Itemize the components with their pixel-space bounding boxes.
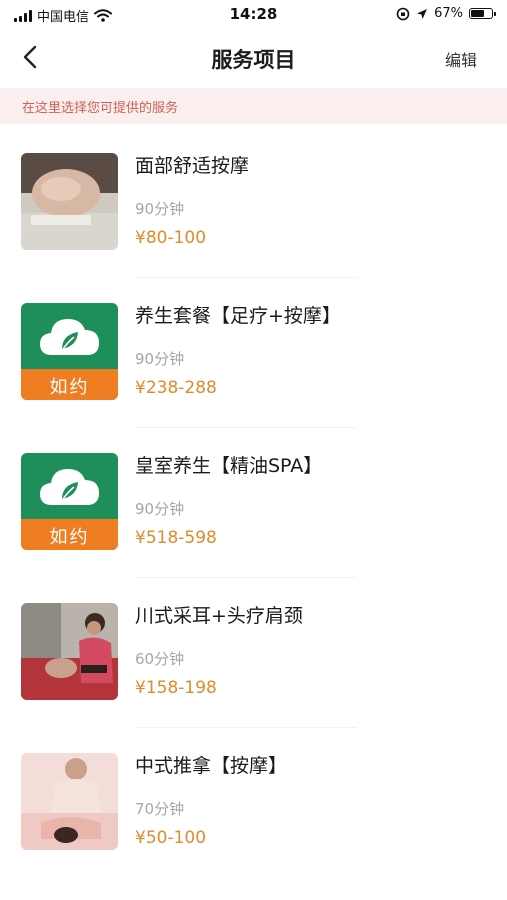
- service-duration: 90分钟: [135, 350, 185, 368]
- service-price: ¥50-100: [135, 828, 207, 848]
- divider: [135, 577, 357, 578]
- service-price: ¥238-288: [135, 378, 217, 398]
- divider: [135, 277, 357, 278]
- service-name: 面部舒适按摩: [135, 155, 250, 177]
- service-price: ¥158-198: [135, 678, 217, 698]
- divider: [135, 427, 357, 428]
- service-thumbnail: 如约: [21, 303, 118, 400]
- service-item-health-package[interactable]: 如约 养生套餐【足疗+按摩】 90分钟 ¥238-288: [0, 290, 507, 440]
- status-right: 67%: [396, 6, 496, 21]
- facial-massage-photo: [21, 153, 118, 250]
- hint-banner: 在这里选择您可提供的服务: [0, 88, 507, 124]
- service-item-tuina[interactable]: 中式推拿【按摩】 70分钟 ¥50-100: [0, 740, 507, 890]
- service-duration: 90分钟: [135, 200, 185, 218]
- service-price: ¥518-598: [135, 528, 217, 548]
- cloud-leaf-icon: [40, 469, 99, 505]
- page-title: 服务项目: [211, 48, 296, 72]
- orientation-lock-icon: [396, 7, 410, 20]
- logo-band: 如约: [21, 519, 118, 550]
- hint-text: 在这里选择您可提供的服务: [22, 101, 179, 116]
- ruyue-logo: 如约: [21, 303, 118, 400]
- service-thumbnail: 如约: [21, 453, 118, 550]
- service-name: 养生套餐【足疗+按摩】: [135, 305, 341, 327]
- tuina-massage-photo: [21, 753, 118, 850]
- back-arrow-icon[interactable]: [18, 44, 44, 70]
- logo-band: 如约: [21, 369, 118, 400]
- service-name: 川式采耳+头疗肩颈: [135, 605, 303, 627]
- status-bar: 中国电信 14:28 67%: [0, 0, 507, 30]
- ear-cleaning-photo: [21, 603, 118, 700]
- service-duration: 90分钟: [135, 500, 185, 518]
- service-name: 皇室养生【精油SPA】: [135, 455, 323, 477]
- service-duration: 70分钟: [135, 800, 185, 818]
- location-arrow-icon: [417, 8, 428, 19]
- service-thumbnail: [21, 753, 118, 850]
- edit-button[interactable]: 编辑: [445, 47, 477, 71]
- service-thumbnail: [21, 603, 118, 700]
- logo-band-text: 如约: [49, 527, 90, 548]
- divider: [135, 727, 357, 728]
- service-duration: 60分钟: [135, 650, 185, 668]
- battery-icon: [469, 8, 496, 19]
- ruyue-logo: 如约: [21, 453, 118, 550]
- service-thumbnail: [21, 153, 118, 250]
- service-item-royal-spa[interactable]: 如约 皇室养生【精油SPA】 90分钟 ¥518-598: [0, 440, 507, 590]
- service-item-facial-massage[interactable]: 面部舒适按摩 90分钟 ¥80-100: [0, 140, 507, 290]
- service-item-ear-cleaning[interactable]: 川式采耳+头疗肩颈 60分钟 ¥158-198: [0, 590, 507, 740]
- service-name: 中式推拿【按摩】: [135, 755, 288, 777]
- battery-percent: 67%: [434, 6, 463, 21]
- logo-band-text: 如约: [49, 377, 90, 398]
- service-price: ¥80-100: [135, 228, 207, 248]
- cloud-leaf-icon: [40, 319, 99, 355]
- service-list: 面部舒适按摩 90分钟 ¥80-100 如约 养生套餐【足疗+按摩】 90分钟 …: [0, 140, 507, 890]
- nav-bar: 服务项目 编辑: [0, 30, 507, 86]
